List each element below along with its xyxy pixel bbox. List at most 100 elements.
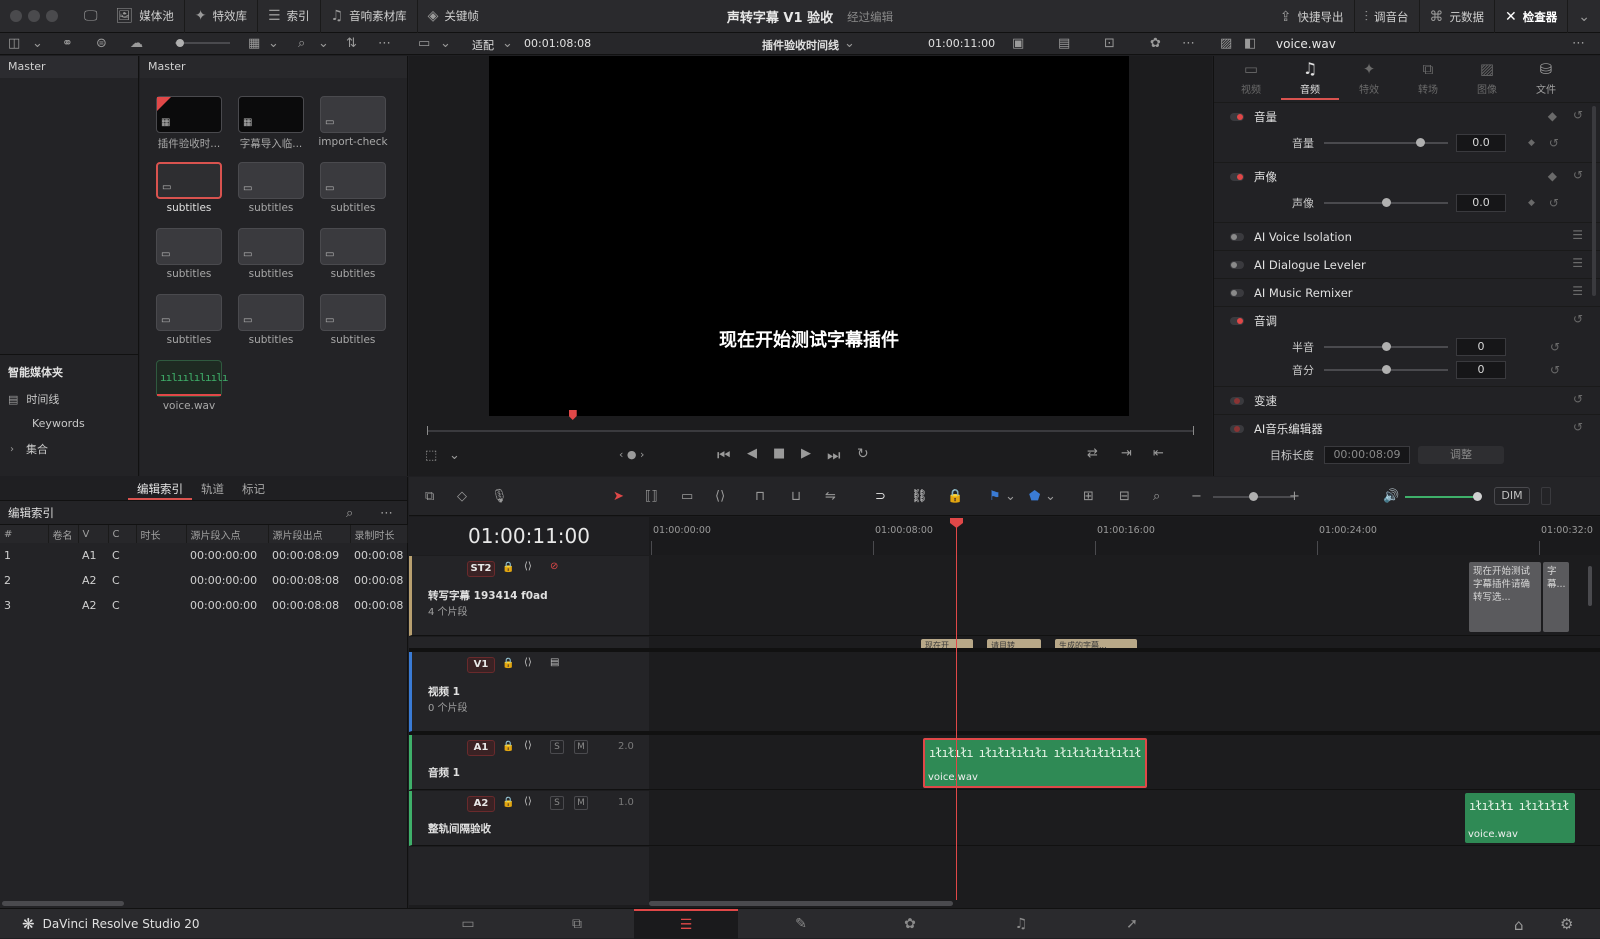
media-item-subtitles-selected[interactable]: ▭ xyxy=(156,162,222,199)
reset-icon[interactable]: ↺ xyxy=(1573,108,1583,122)
pan-section-header[interactable]: 声像 ◆ ↺ xyxy=(1214,162,1600,190)
jog-wheel-icon[interactable]: ‹ ● › xyxy=(619,448,644,461)
subtitle-clip[interactable]: 生成的字幕... xyxy=(1055,639,1137,648)
target-length-value[interactable]: 00:00:08:09 xyxy=(1324,446,1410,464)
reset-icon[interactable]: ↺ xyxy=(1573,312,1583,326)
ai-voice-isolation-toggle[interactable] xyxy=(1230,232,1244,241)
ai-dialogue-leveler-toggle[interactable] xyxy=(1230,260,1244,269)
reverse-icon[interactable]: ◀ xyxy=(747,446,757,461)
go-to-start-icon[interactable]: ⏮ xyxy=(717,446,731,464)
caption-disabled-icon[interactable]: ⊘ xyxy=(550,561,558,572)
prev-edit-icon[interactable]: ⇤ xyxy=(1153,446,1164,461)
zoom-slider-knob[interactable] xyxy=(1249,492,1258,501)
cut-page-icon[interactable]: ⧉ xyxy=(525,909,629,939)
cents-slider[interactable] xyxy=(1324,365,1448,374)
reset-icon[interactable]: ↺ xyxy=(1549,136,1559,150)
transform-icon[interactable]: ⊡ xyxy=(1104,36,1115,51)
mute-button[interactable]: M xyxy=(574,796,588,810)
cents-slider-knob[interactable] xyxy=(1382,365,1391,374)
reset-icon[interactable]: ↺ xyxy=(1550,363,1560,377)
reset-icon[interactable]: ↺ xyxy=(1573,168,1583,182)
deliver-page-icon[interactable]: ➚ xyxy=(1080,909,1184,939)
tab-transition[interactable]: ⧉ 转场 xyxy=(1399,56,1457,100)
auto-select-icon[interactable]: ⟨⟩ xyxy=(524,796,532,807)
mixer-button[interactable]: ⫶ 调音台 xyxy=(1355,0,1420,33)
viewer-mode-icon[interactable]: ▤ xyxy=(1058,36,1070,51)
split-view-icon[interactable]: ◧ xyxy=(1244,36,1256,51)
grid-view-icon[interactable]: ▦ xyxy=(248,36,260,51)
film-strip-icon[interactable]: ▤ xyxy=(550,657,559,668)
dim-button[interactable]: DIM xyxy=(1494,487,1530,505)
volume-slider-knob[interactable] xyxy=(1416,138,1425,147)
inspector-button[interactable]: ✕ 检查器 xyxy=(1495,0,1569,33)
flag-icon[interactable]: ⚑ xyxy=(989,489,1001,504)
color-page-icon[interactable]: ✿ xyxy=(858,909,962,939)
media-item-subtitles[interactable]: ▭ xyxy=(238,294,304,331)
fusion-page-icon[interactable]: ✎ xyxy=(749,909,853,939)
zoom-out-icon[interactable]: − xyxy=(1191,489,1202,504)
link-icon[interactable]: ⚭ xyxy=(62,36,73,51)
media-item-subtitles[interactable]: ▭ xyxy=(320,162,386,199)
zoom-in-icon[interactable]: + xyxy=(1289,489,1300,504)
media-item-subtitles[interactable]: ▭ xyxy=(238,228,304,265)
settings-lines-icon[interactable]: ☰ xyxy=(1572,228,1583,242)
chevron-down-icon[interactable]: ⌄ xyxy=(449,448,460,463)
fairlight-page-icon[interactable]: ♫ xyxy=(969,909,1073,939)
volume-section-header[interactable]: 音量 ◆ ↺ xyxy=(1214,102,1600,130)
volume-slider[interactable] xyxy=(1324,138,1448,147)
track-area-a1[interactable]: ıłıłıłı ıłıłıłıłıłı ıłıłıłıłıłıłıłıł voi… xyxy=(649,735,1600,790)
index-button[interactable]: ☰ 索引 xyxy=(258,0,321,33)
volume-value[interactable]: 0.0 xyxy=(1456,134,1506,152)
timeline-scrollbar[interactable] xyxy=(649,901,953,906)
scrub-playhead[interactable] xyxy=(568,410,577,420)
cloud-icon[interactable]: ☁ xyxy=(130,36,143,51)
loop-icon[interactable]: ↻ xyxy=(857,446,869,462)
track-header-st2[interactable]: ST2 🔒 ⟨⟩ ⊘ 转写字幕 193414 f0ad 4 个片段 xyxy=(409,556,649,636)
col-v[interactable]: V xyxy=(78,525,109,543)
settings-lines-icon[interactable]: ☰ xyxy=(1572,256,1583,270)
table-row[interactable]: 1 A1 C 00:00:00:00 00:00:08:09 00:00:08 xyxy=(0,543,408,568)
ai-music-editor-header[interactable]: AI音乐编辑器 ↺ xyxy=(1214,414,1600,442)
table-row[interactable]: 2 A2 C 00:00:00:00 00:00:08:08 00:00:08 xyxy=(0,568,408,593)
subtitle-clip[interactable]: 请目转 xyxy=(987,639,1041,648)
speed-enable-toggle[interactable] xyxy=(1230,396,1244,405)
col-c[interactable]: C xyxy=(108,525,137,543)
timeline-ruler[interactable]: 01:00:00:00 01:00:08:00 01:00:16:00 01:0… xyxy=(649,517,1600,555)
ai-music-editor-toggle[interactable] xyxy=(1230,424,1244,433)
volume-enable-toggle[interactable] xyxy=(1230,112,1244,121)
col-source-in[interactable]: 源片段入点 xyxy=(186,525,269,543)
reset-icon[interactable]: ↺ xyxy=(1550,340,1560,354)
audio-clip-voice-wav[interactable]: ıłıłıłı ıłıłıłıł voice.wav xyxy=(1465,793,1575,843)
keyframe-diamond-icon[interactable]: ◆ xyxy=(1548,109,1557,123)
col-duration[interactable]: 时长 xyxy=(136,525,187,543)
media-item-subtitles[interactable]: ▭ xyxy=(156,294,222,331)
zoom-detail-icon[interactable]: ⊟ xyxy=(1119,489,1130,504)
more-options-icon[interactable]: ⋯ xyxy=(1572,36,1585,51)
lock-icon[interactable]: 🔒 xyxy=(502,658,514,669)
timeline-selector[interactable]: 插件验收时间线 xyxy=(762,37,839,53)
insert-clip-icon[interactable]: ⊓ xyxy=(755,489,765,504)
zoom-custom-icon[interactable]: ⌕ xyxy=(1153,489,1160,504)
compound-icon[interactable]: ⊜ xyxy=(96,36,107,51)
tab-edit-index[interactable]: 编辑索引 xyxy=(128,478,192,500)
play-icon[interactable]: ▶ xyxy=(801,446,811,461)
volume-slider-knob[interactable] xyxy=(1473,492,1482,501)
dynamic-trim-icon[interactable]: ⟨⟩ xyxy=(715,489,725,504)
next-edit-icon[interactable]: ⇥ xyxy=(1121,446,1132,461)
settings-lines-icon[interactable]: ☰ xyxy=(1572,284,1583,298)
tab-tracks[interactable]: 轨道 xyxy=(192,478,233,500)
table-row[interactable]: 3 A2 C 00:00:00:00 00:00:08:08 00:00:08 xyxy=(0,593,408,618)
smart-bin-keywords[interactable]: Keywords xyxy=(32,417,85,430)
marker-icon[interactable]: ⬟ xyxy=(1029,489,1040,504)
subtitle-clip[interactable]: 现在开 xyxy=(921,639,973,648)
sound-library-button[interactable]: ♫ 音响素材库 xyxy=(321,0,418,33)
metadata-button[interactable]: ⌘ 元数据 xyxy=(1420,0,1496,33)
more-options-icon[interactable]: ⋯ xyxy=(1182,36,1195,51)
col-number[interactable]: # xyxy=(0,525,49,543)
speaker-icon[interactable]: 🔊 xyxy=(1383,489,1399,504)
track-area-v1[interactable] xyxy=(649,652,1600,732)
auto-select-icon[interactable]: ⟨⟩ xyxy=(524,657,532,668)
media-item-import-check[interactable]: ▭ xyxy=(320,96,386,133)
pitch-section-header[interactable]: 音调 ↺ xyxy=(1214,306,1600,334)
tab-file[interactable]: ⛁ 文件 xyxy=(1517,56,1575,100)
